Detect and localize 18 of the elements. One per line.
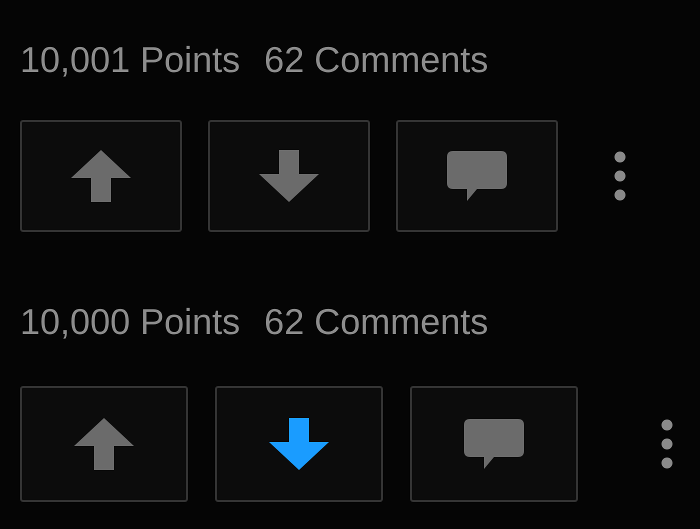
arrow-down-icon xyxy=(259,150,319,202)
more-icon[interactable] xyxy=(614,151,626,201)
comment-button[interactable] xyxy=(410,386,578,502)
arrow-up-icon xyxy=(71,150,131,202)
more-icon[interactable] xyxy=(661,419,673,469)
speech-bubble-icon xyxy=(447,151,507,201)
comment-button[interactable] xyxy=(396,120,558,232)
downvote-button[interactable] xyxy=(215,386,383,502)
points-count: 10,001 Points xyxy=(20,38,240,82)
comments-count[interactable]: 62 Comments xyxy=(264,300,488,344)
upvote-button[interactable] xyxy=(20,386,188,502)
arrow-up-icon xyxy=(74,418,134,470)
downvote-button[interactable] xyxy=(208,120,370,232)
comments-count[interactable]: 62 Comments xyxy=(264,38,488,82)
points-count: 10,000 Points xyxy=(20,300,240,344)
arrow-down-icon xyxy=(269,418,329,470)
speech-bubble-icon xyxy=(464,419,524,469)
upvote-button[interactable] xyxy=(20,120,182,232)
